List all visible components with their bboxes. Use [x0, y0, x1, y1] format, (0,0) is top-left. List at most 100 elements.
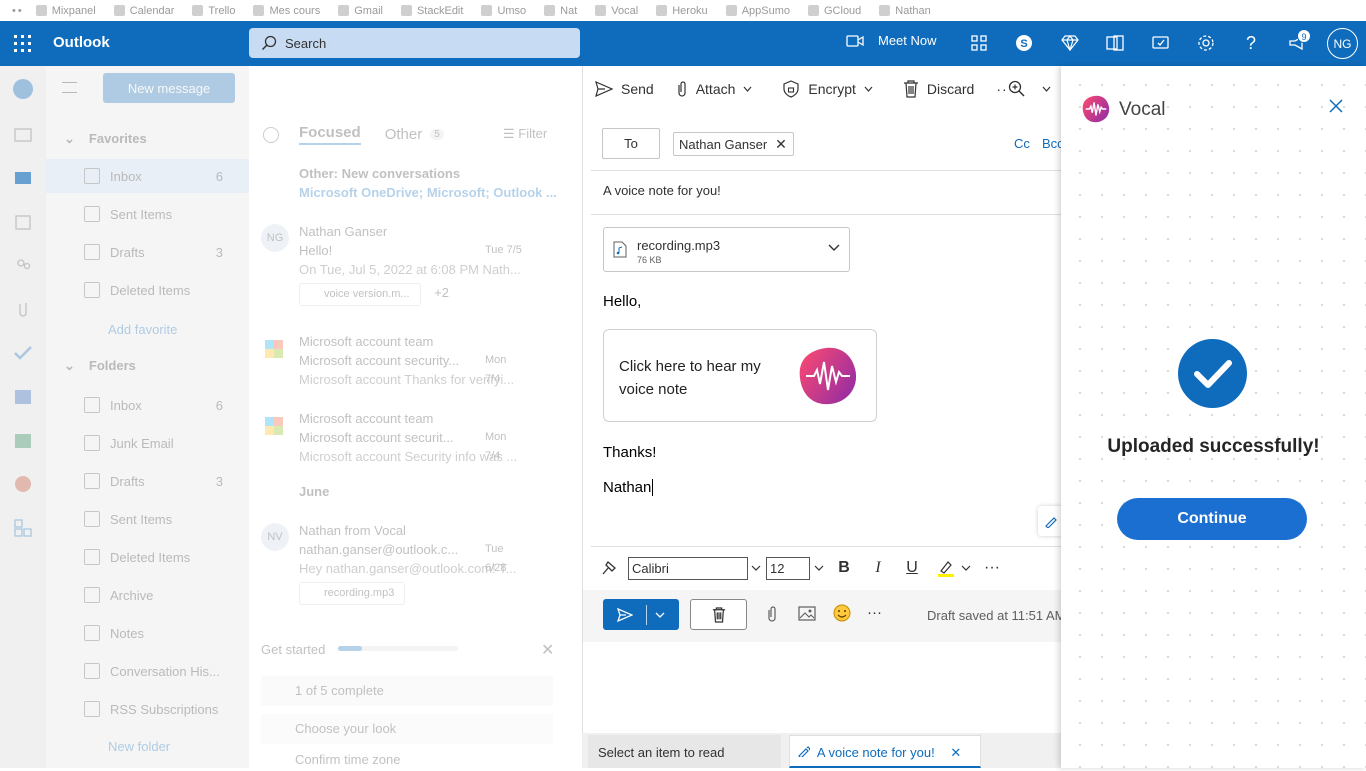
add-favorite-link[interactable]: Add favorite — [108, 322, 177, 337]
chevron-down-icon[interactable] — [809, 558, 829, 578]
format-painter-icon[interactable] — [599, 558, 619, 578]
encrypt-button[interactable]: Encrypt — [782, 79, 880, 98]
todo-check-icon[interactable] — [12, 342, 34, 364]
bookmark-item[interactable]: Umso — [481, 5, 526, 17]
diamond-icon[interactable] — [1059, 32, 1081, 54]
folder-item[interactable]: Sent Items — [46, 502, 249, 536]
word-icon[interactable] — [1104, 32, 1126, 54]
recipient-chip[interactable]: Nathan Ganser ✕ — [673, 132, 794, 156]
highlighter-icon[interactable] — [936, 558, 956, 578]
tab-other[interactable]: Other — [385, 126, 423, 143]
other-conversations-banner[interactable]: Other: New conversations Microsoft OneDr… — [249, 164, 582, 202]
close-icon[interactable] — [1329, 99, 1343, 113]
folder-item[interactable]: Notes — [46, 616, 249, 650]
message-item[interactable]: NV Nathan from Vocal nathan.ganser@outlook… — [249, 521, 582, 605]
attach-button[interactable]: Attach — [676, 80, 761, 98]
bookmark-item[interactable]: Calendar — [113, 5, 174, 17]
filter-button[interactable]: ☰ Filter — [503, 126, 547, 142]
send-button[interactable] — [603, 599, 679, 630]
to-button[interactable]: To — [602, 128, 660, 159]
bookmark-item[interactable]: Mixpanel — [35, 5, 96, 17]
choose-look-item[interactable]: Choose your look — [261, 714, 553, 744]
help-icon[interactable]: ? — [1240, 32, 1262, 54]
app-launcher-icon[interactable] — [14, 35, 31, 52]
bookmark-item[interactable]: Mes cours — [253, 5, 320, 17]
tab-focused[interactable]: Focused — [299, 124, 361, 145]
folder-item[interactable]: Archive — [46, 578, 249, 612]
bold-icon[interactable]: B — [834, 558, 854, 578]
more-options-icon[interactable]: ··· — [867, 604, 882, 621]
subject-field[interactable]: A voice note for you! — [603, 183, 721, 198]
underline-icon[interactable]: U — [902, 558, 922, 578]
favorites-header[interactable]: ⌄ Favorites — [64, 131, 147, 147]
people-icon[interactable] — [12, 255, 34, 277]
favorite-item[interactable]: Drafts 3 — [46, 235, 249, 269]
folder-item[interactable]: Junk Email — [46, 426, 249, 460]
bookmark-item[interactable]: AppSumo — [725, 5, 790, 17]
body-signature[interactable]: Nathan — [603, 479, 654, 496]
italic-icon[interactable]: I — [868, 558, 888, 578]
tab-select-item[interactable]: Select an item to read — [588, 735, 781, 768]
attachment-pill[interactable]: voice version.m... — [299, 283, 421, 306]
hamburger-icon[interactable] — [62, 82, 77, 93]
tab-draft[interactable]: A voice note for you! ✕ — [789, 735, 981, 768]
body-thanks[interactable]: Thanks! — [603, 444, 656, 461]
folder-item[interactable]: Deleted Items — [46, 540, 249, 574]
folders-header[interactable]: ⌄ Folders — [64, 358, 136, 374]
bookmark-item[interactable]: Gmail — [338, 5, 383, 17]
favorite-item[interactable]: Deleted Items — [46, 273, 249, 307]
folder-item[interactable]: Conversation His... — [46, 654, 249, 688]
close-get-started-icon[interactable]: ✕ — [541, 640, 554, 660]
bookmark-item[interactable]: Trello — [192, 5, 235, 17]
excel-app-icon[interactable] — [12, 430, 34, 452]
paperclip-rail-icon[interactable] — [12, 298, 34, 320]
meet-now-button[interactable]: Meet Now — [846, 33, 937, 48]
bookmark-item[interactable]: Nat — [544, 5, 577, 17]
cc-link[interactable]: Cc — [1014, 136, 1030, 151]
more-apps-icon[interactable] — [12, 517, 34, 539]
emoji-icon[interactable] — [833, 604, 851, 627]
chevron-down-icon[interactable] — [746, 558, 766, 578]
discard-button[interactable]: Discard — [903, 79, 974, 98]
folder-item[interactable]: RSS Subscriptions — [46, 692, 249, 726]
powerpoint-app-icon[interactable] — [12, 473, 34, 495]
bookmark-item[interactable]: Heroku — [656, 5, 708, 17]
folder-item[interactable]: Drafts 3 — [46, 464, 249, 498]
remove-recipient-icon[interactable]: ✕ — [775, 136, 787, 153]
skype-icon[interactable]: S — [1013, 32, 1035, 54]
favorite-item[interactable]: Sent Items — [46, 197, 249, 231]
calendar-icon[interactable] — [12, 211, 34, 233]
attachment-card[interactable]: recording.mp3 76 KB — [603, 227, 850, 272]
select-all-icon[interactable] — [263, 126, 279, 143]
attachment-pill[interactable]: recording.mp3 — [299, 582, 406, 605]
settings-gear-icon[interactable] — [1195, 32, 1217, 54]
progress-item[interactable]: 1 of 5 complete — [261, 676, 553, 706]
editor-icon[interactable] — [1038, 506, 1062, 536]
apps-dots-icon[interactable]: •• — [12, 5, 24, 17]
message-item[interactable]: NG Nathan Ganser Hello! Tue 7/5 On Tue, Jul … — [249, 222, 582, 306]
attach-file-icon[interactable] — [766, 605, 778, 628]
chevron-down-icon[interactable] — [828, 244, 840, 252]
discard-draft-button[interactable] — [690, 599, 747, 630]
bookmark-item[interactable]: GCloud — [808, 5, 861, 17]
bookmark-item[interactable]: StackEdit — [400, 5, 463, 17]
more-zoom-button[interactable]: ·· — [996, 80, 1058, 98]
confirm-timezone-item[interactable]: Confirm time zone — [261, 752, 553, 768]
chevron-down-icon[interactable] — [956, 558, 976, 578]
more-format-icon[interactable]: ··· — [982, 558, 1002, 578]
inbox-rail-icon[interactable] — [12, 167, 34, 189]
new-folder-link[interactable]: New folder — [108, 739, 170, 754]
chevron-down-icon[interactable] — [655, 612, 665, 618]
folder-item[interactable]: Inbox 6 — [46, 388, 249, 422]
insert-picture-icon[interactable] — [798, 606, 816, 626]
apps-grid-icon[interactable] — [968, 32, 990, 54]
mail-icon[interactable] — [12, 124, 34, 146]
bcc-link[interactable]: Bcc — [1042, 136, 1062, 151]
favorite-item[interactable]: Inbox 6 — [46, 159, 249, 193]
word-app-icon[interactable] — [12, 386, 34, 408]
message-item[interactable]: Microsoft account team Microsoft account … — [249, 332, 582, 389]
user-avatar[interactable]: NG — [1327, 28, 1358, 59]
feedback-icon[interactable] — [1150, 32, 1172, 54]
font-name-input[interactable]: Calibri — [628, 557, 748, 580]
outlook-app-icon[interactable] — [12, 78, 34, 100]
